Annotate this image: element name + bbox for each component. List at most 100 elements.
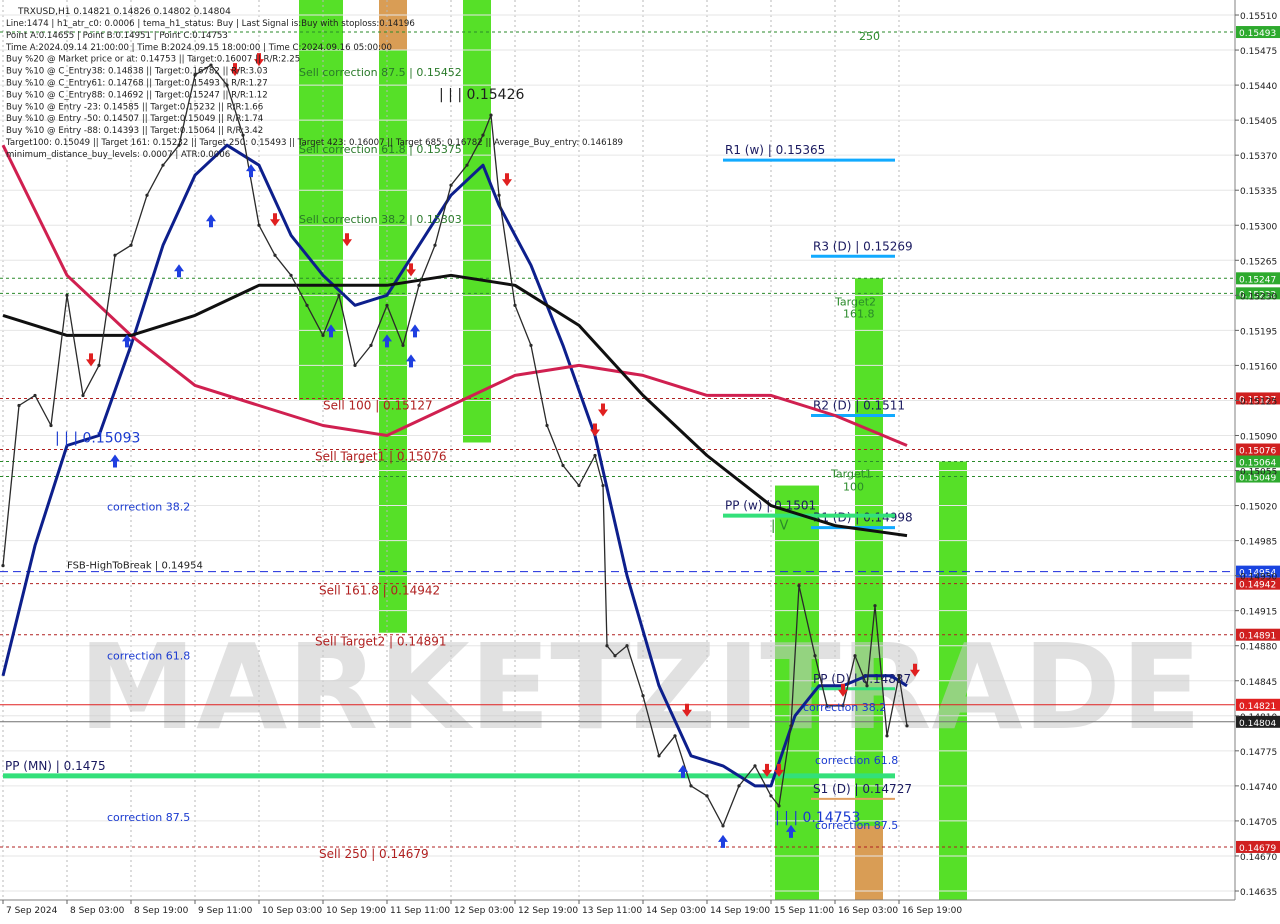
price-point — [65, 293, 69, 297]
price-point — [513, 303, 517, 307]
price-point — [789, 724, 793, 728]
price-point — [797, 584, 801, 588]
price-point — [601, 483, 605, 488]
price-point — [769, 794, 773, 798]
price-point — [465, 163, 469, 167]
chart-annotation: Target1 — [830, 468, 872, 481]
x-tick-label: 16 Sep 19:00 — [902, 906, 962, 916]
chart-annotation: Sell Target1 | 0.15076 — [315, 450, 447, 464]
info-line: Point A:0.14655 | Point B:0.14951 | Poin… — [6, 31, 228, 41]
price-point — [417, 283, 421, 287]
price-point — [737, 784, 741, 788]
x-tick-label: 15 Sep 11:00 — [774, 906, 834, 916]
price-point — [625, 644, 629, 648]
price-point — [897, 674, 901, 678]
chart: MARKETZITRADE R1 (w) | 0.15365 R3 (D) | 0… — [0, 0, 1280, 920]
info-line: Buy %10 @ C_Entry38: 0.14838 || Target:0… — [6, 67, 268, 77]
price-point — [489, 113, 493, 117]
price-point — [593, 453, 597, 458]
chart-annotation: correction 38.2 — [107, 501, 190, 514]
pivot-label: PP (MN) | 0.1475 — [5, 759, 106, 773]
price-point — [433, 243, 437, 247]
price-point — [497, 193, 501, 197]
chart-svg: MARKETZITRADE R1 (w) | 0.15365R3 (D) | 0… — [0, 0, 1280, 920]
chart-annotation: | | | 0.15093 — [55, 430, 140, 446]
chart-annotation: | | | 0.14753 — [775, 810, 860, 826]
price-point — [321, 333, 325, 337]
y-tick-label: 0.15195 — [1240, 327, 1277, 337]
price-point — [369, 343, 373, 347]
chart-annotation: Sell 161.8 | 0.14942 — [319, 584, 440, 598]
y-tick-label: 0.14635 — [1240, 888, 1277, 898]
level-price-label: 0.14891 — [1239, 632, 1276, 642]
pivot-label: R1 (w) | 0.15365 — [725, 143, 825, 157]
price-point — [885, 734, 889, 738]
price-point — [289, 273, 293, 277]
y-tick-label: 0.14740 — [1240, 783, 1277, 793]
x-tick-label: 14 Sep 03:00 — [646, 906, 706, 916]
price-point — [813, 654, 817, 658]
price-point — [777, 804, 781, 808]
level-price-label: 0.14821 — [1239, 702, 1276, 712]
y-tick-label: 0.14845 — [1240, 678, 1277, 688]
price-point — [577, 483, 581, 488]
price-point — [257, 223, 261, 227]
level-price-label: 0.15493 — [1239, 29, 1276, 39]
x-tick-label: 8 Sep 19:00 — [134, 906, 189, 916]
x-tick-label: 10 Sep 03:00 — [262, 906, 322, 916]
y-tick-label: 0.15335 — [1240, 187, 1277, 197]
y-tick-label: 0.14915 — [1240, 608, 1277, 618]
info-line: minimum_distance_buy_levels: 0.0007 | AT… — [6, 150, 230, 160]
price-point — [853, 654, 857, 658]
price-point — [17, 403, 21, 408]
pivot-label: R3 (D) | 0.15269 — [813, 239, 913, 253]
price-point — [721, 824, 725, 828]
y-tick-label: 0.15370 — [1240, 152, 1277, 162]
info-line: Buy %10 @ C_Entry61: 0.14768 || Target:0… — [6, 79, 268, 89]
pivot-label: R2 (D) | 0.1511 — [813, 398, 905, 412]
y-tick-label: 0.15125 — [1240, 397, 1277, 407]
chart-annotation: Sell 250 | 0.14679 — [319, 847, 429, 861]
price-point — [97, 363, 101, 368]
price-point — [613, 654, 617, 658]
price-point — [673, 734, 677, 738]
chart-annotation: correction 61.8 — [107, 650, 190, 663]
y-tick-label: 0.15265 — [1240, 257, 1277, 267]
x-tick-label: 7 Sep 2024 — [6, 906, 58, 916]
price-point — [529, 343, 533, 347]
y-tick-label: 0.14775 — [1240, 748, 1277, 758]
y-tick-label: 0.14810 — [1240, 713, 1277, 723]
price-point — [145, 193, 149, 197]
y-tick-label: 0.15230 — [1240, 292, 1277, 302]
chart-annotation: correction 61.8 — [815, 754, 898, 767]
x-tick-label: 10 Sep 19:00 — [326, 906, 386, 916]
y-tick-label: 0.15055 — [1240, 468, 1277, 478]
x-tick-label: 12 Sep 19:00 — [518, 906, 578, 916]
x-tick-label: 9 Sep 11:00 — [198, 906, 253, 916]
orange-zone — [855, 825, 883, 900]
chart-annotation: correction 87.5 — [107, 811, 190, 824]
x-tick-label: 14 Sep 19:00 — [710, 906, 770, 916]
price-point — [641, 694, 645, 698]
price-point — [385, 303, 389, 307]
y-tick-label: 0.14705 — [1240, 818, 1277, 828]
info-line: Target100: 0.15049 || Target 161: 0.1523… — [5, 138, 623, 148]
price-point — [753, 764, 757, 768]
chart-annotation: Sell correction 38.2 | 0.15303 — [299, 213, 462, 226]
price-point — [33, 393, 37, 398]
chart-annotation: Sell correction 87.5 | 0.15452 — [299, 66, 462, 79]
green-zone — [855, 278, 883, 901]
green-zone — [463, 0, 491, 443]
x-tick-label: 11 Sep 11:00 — [390, 906, 450, 916]
info-line: Buy %10 @ Entry -23: 0.14585 || Target:0… — [6, 102, 263, 112]
y-tick-label: 0.14985 — [1240, 538, 1277, 548]
y-tick-label: 0.15475 — [1240, 47, 1277, 57]
level-price-label: 0.15076 — [1239, 446, 1276, 456]
chart-annotation: | V — [771, 519, 789, 534]
pivot-label: S1 (D) | 0.14727 — [813, 782, 912, 796]
y-tick-label: 0.15160 — [1240, 362, 1277, 372]
price-point — [81, 393, 85, 398]
price-point — [353, 363, 357, 368]
price-point — [449, 183, 453, 187]
y-tick-label: 0.15090 — [1240, 432, 1277, 442]
